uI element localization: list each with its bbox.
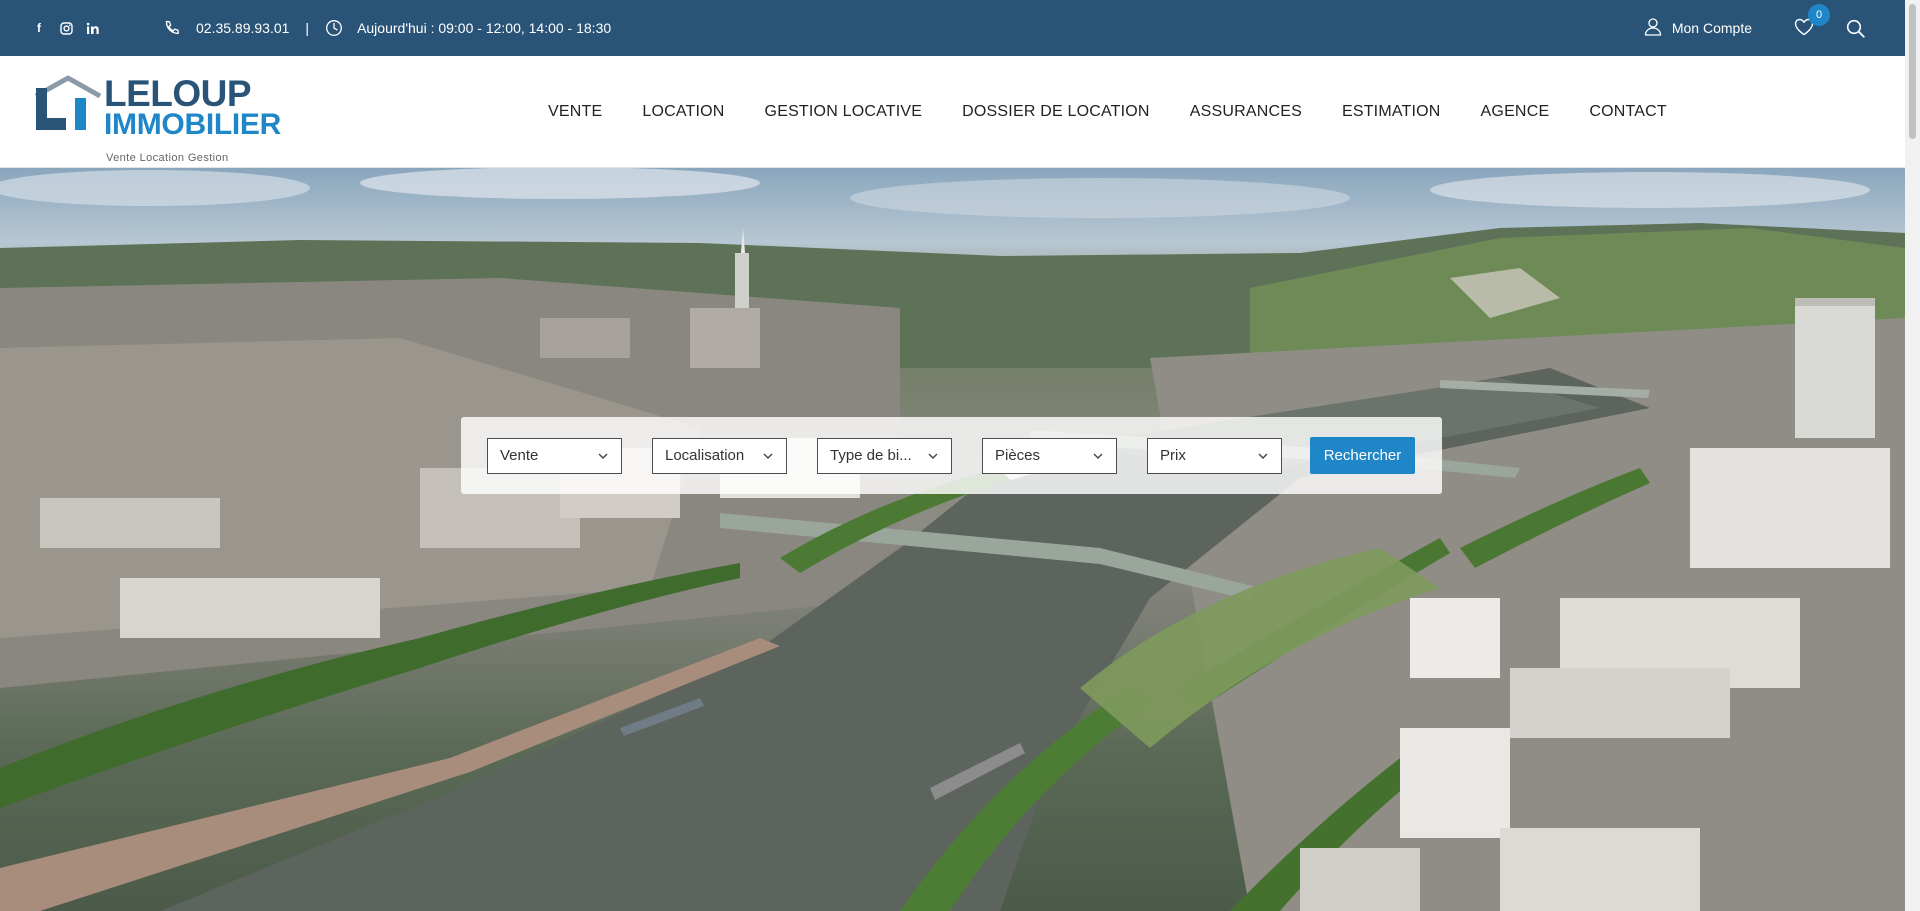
house-logo-icon xyxy=(34,75,102,130)
page-scrollbar[interactable] xyxy=(1905,0,1920,911)
nav-location[interactable]: LOCATION xyxy=(642,103,724,121)
instagram-icon[interactable] xyxy=(59,21,73,35)
nav-estimation[interactable]: ESTIMATION xyxy=(1342,103,1441,121)
top-right-actions: Mon Compte 0 xyxy=(1644,0,1865,56)
chevron-down-icon xyxy=(928,453,938,459)
contact-info: 02.35.89.93.01 | Aujourd'hui : 09:00 - 1… xyxy=(163,19,611,37)
opening-hours: Aujourd'hui : 09:00 - 12:00, 14:00 - 18:… xyxy=(357,20,612,36)
logo-tagline: Vente Location Gestion xyxy=(106,152,229,164)
price-select-value: Prix xyxy=(1160,447,1186,464)
price-select[interactable]: Prix xyxy=(1147,437,1282,474)
clock-icon xyxy=(325,19,343,37)
account-label: Mon Compte xyxy=(1671,20,1752,36)
transaction-select-value: Vente xyxy=(500,447,539,464)
site-logo[interactable]: LELOUP IMMOBILIER Vente Location Gestion xyxy=(34,74,281,164)
scrollbar-thumb[interactable] xyxy=(1909,4,1916,139)
main-nav: VENTE LOCATION GESTION LOCATIVE DOSSIER … xyxy=(548,56,1707,168)
account-link[interactable]: Mon Compte xyxy=(1644,17,1752,39)
nav-gestion-locative[interactable]: GESTION LOCATIVE xyxy=(765,103,923,121)
user-icon xyxy=(1644,17,1662,39)
chevron-down-icon xyxy=(763,453,773,459)
favorites-count-badge: 0 xyxy=(1808,3,1830,26)
property-type-select[interactable]: Type de bi... xyxy=(817,437,952,474)
nav-assurances[interactable]: ASSURANCES xyxy=(1190,103,1302,121)
phone-icon xyxy=(163,19,181,37)
rooms-select-value: Pièces xyxy=(995,447,1041,464)
chevron-down-icon xyxy=(1093,453,1103,459)
linkedin-icon[interactable] xyxy=(86,21,100,35)
social-links: f xyxy=(32,21,113,35)
facebook-icon[interactable]: f xyxy=(32,21,46,35)
transaction-select[interactable]: Vente xyxy=(487,437,622,474)
search-icon[interactable] xyxy=(1846,19,1865,38)
favorites-button[interactable]: 0 xyxy=(1794,3,1830,39)
nav-vente[interactable]: VENTE xyxy=(548,103,602,121)
nav-dossier-de-location[interactable]: DOSSIER DE LOCATION xyxy=(962,103,1150,121)
chevron-down-icon xyxy=(1258,453,1268,459)
location-select[interactable]: Localisation xyxy=(652,437,787,474)
location-select-value: Localisation xyxy=(665,447,745,464)
property-type-select-value: Type de bi... xyxy=(830,447,912,464)
nav-contact[interactable]: CONTACT xyxy=(1589,103,1667,121)
search-submit-button[interactable]: Rechercher xyxy=(1310,437,1415,474)
phone-number[interactable]: 02.35.89.93.01 xyxy=(196,20,289,36)
site-header: LELOUP IMMOBILIER Vente Location Gestion… xyxy=(0,56,1905,168)
hero-city-photo xyxy=(0,168,1905,911)
nav-agence[interactable]: AGENCE xyxy=(1481,103,1550,121)
separator: | xyxy=(305,20,310,36)
chevron-down-icon xyxy=(598,453,608,459)
logo-line2: IMMOBILIER xyxy=(104,108,281,141)
top-bar: f 02.35.89.93.01 | Aujourd'hui : 09:00 -… xyxy=(0,0,1905,56)
city-aerial-illustration xyxy=(0,168,1905,911)
property-search-form: Vente Localisation Type de bi... Pièces … xyxy=(461,417,1442,494)
rooms-select[interactable]: Pièces xyxy=(982,437,1117,474)
